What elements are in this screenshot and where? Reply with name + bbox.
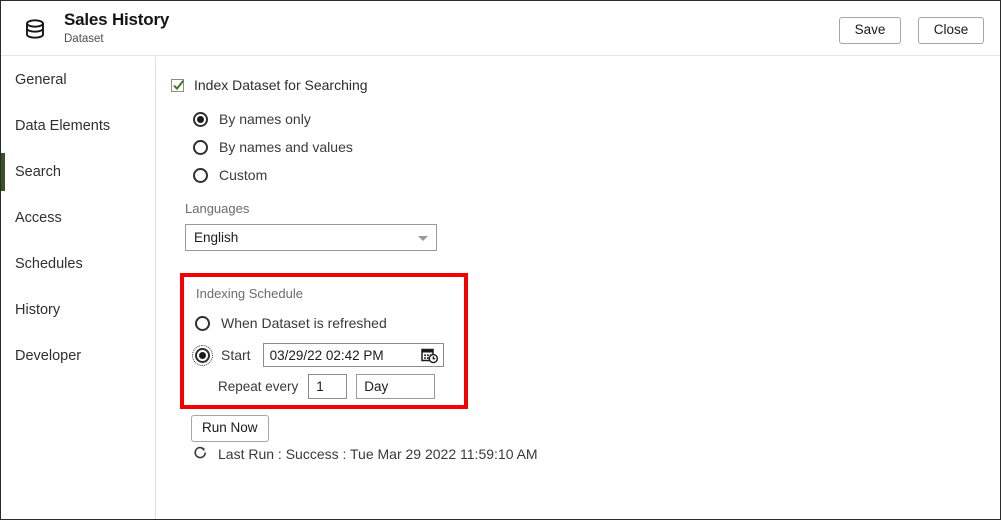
- index-dataset-label: Index Dataset for Searching: [194, 77, 368, 93]
- header-actions: Save Close: [839, 17, 984, 44]
- title-block: Sales History Dataset: [64, 9, 169, 47]
- run-now-button[interactable]: Run Now: [191, 415, 269, 442]
- indexing-schedule-highlight-box: Indexing Schedule When Dataset is refres…: [180, 273, 468, 409]
- languages-field: Languages English: [185, 201, 437, 251]
- radio-indicator[interactable]: [193, 167, 208, 183]
- start-datetime-value: 03/29/22 02:42 PM: [269, 347, 384, 363]
- radio-label: Start: [221, 347, 251, 363]
- radio-label: By names and values: [219, 139, 353, 155]
- window-header: Sales History Dataset Save Close: [1, 1, 1000, 56]
- languages-label: Languages: [185, 201, 250, 216]
- sidebar-item-label: Data Elements: [15, 118, 111, 134]
- start-datetime-input[interactable]: 03/29/22 02:42 PM: [262, 343, 444, 367]
- radio-start[interactable]: Start 03/29/22 02:42 PM: [192, 343, 444, 367]
- repeat-unit-value: Day: [364, 379, 389, 394]
- languages-selected-value: English: [194, 230, 239, 245]
- index-dataset-checkbox[interactable]: [171, 78, 184, 92]
- repeat-every-label: Repeat every: [218, 379, 299, 394]
- close-button[interactable]: Close: [918, 17, 984, 44]
- sidebar-item-label: Access: [15, 210, 62, 226]
- sidebar-nav: General Data Elements Search Access Sche…: [1, 57, 156, 519]
- repeat-every-row: Repeat every 1 Day: [218, 374, 436, 399]
- radio-label: When Dataset is refreshed: [221, 315, 387, 331]
- sidebar-item-general[interactable]: General: [1, 57, 155, 103]
- radio-label: By names only: [219, 111, 311, 127]
- chevron-down-icon: [418, 235, 428, 241]
- refresh-icon: [193, 445, 208, 463]
- index-dataset-checkbox-row[interactable]: Index Dataset for Searching: [171, 77, 368, 93]
- sidebar-item-label: Search: [15, 164, 61, 180]
- sidebar-item-label: Schedules: [15, 256, 83, 272]
- sidebar-item-schedules[interactable]: Schedules: [1, 241, 155, 287]
- index-mode-radio-group: By names only By names and values Custom: [193, 105, 353, 189]
- sidebar-item-label: Developer: [15, 348, 82, 364]
- radio-indicator[interactable]: [192, 344, 213, 366]
- radio-by-names-and-values[interactable]: By names and values: [193, 133, 353, 161]
- sidebar-item-data-elements[interactable]: Data Elements: [1, 103, 155, 149]
- radio-label: Custom: [219, 167, 268, 183]
- last-run-status: Last Run : Success : Tue Mar 29 2022 11:…: [193, 445, 538, 463]
- calendar-clock-icon[interactable]: [420, 347, 438, 367]
- languages-select[interactable]: English: [185, 224, 437, 251]
- radio-indicator[interactable]: [193, 139, 208, 155]
- radio-custom[interactable]: Custom: [193, 161, 353, 189]
- sidebar-item-access[interactable]: Access: [1, 195, 155, 241]
- repeat-unit-select[interactable]: Day: [356, 374, 436, 399]
- radio-indicator[interactable]: [193, 111, 208, 127]
- search-settings-panel: Index Dataset for Searching By names onl…: [157, 57, 1000, 519]
- sidebar-item-label: General: [15, 72, 67, 88]
- radio-indicator[interactable]: [195, 315, 210, 331]
- page-title: Sales History: [64, 10, 170, 29]
- database-icon: [20, 14, 50, 44]
- page-subtitle: Dataset: [64, 33, 104, 45]
- radio-by-names-only[interactable]: By names only: [193, 105, 353, 133]
- save-button[interactable]: Save: [839, 17, 901, 44]
- radio-when-dataset-refreshed[interactable]: When Dataset is refreshed: [195, 315, 387, 331]
- indexing-schedule-label: Indexing Schedule: [196, 286, 303, 301]
- sidebar-item-developer[interactable]: Developer: [1, 333, 155, 379]
- sidebar-item-history[interactable]: History: [1, 287, 155, 333]
- sidebar-item-search[interactable]: Search: [1, 149, 155, 195]
- last-run-text: Last Run : Success : Tue Mar 29 2022 11:…: [218, 446, 538, 462]
- dataset-settings-window: Sales History Dataset Save Close General…: [0, 0, 1001, 520]
- sidebar-item-label: History: [15, 302, 61, 318]
- repeat-interval-input[interactable]: 1: [308, 374, 348, 399]
